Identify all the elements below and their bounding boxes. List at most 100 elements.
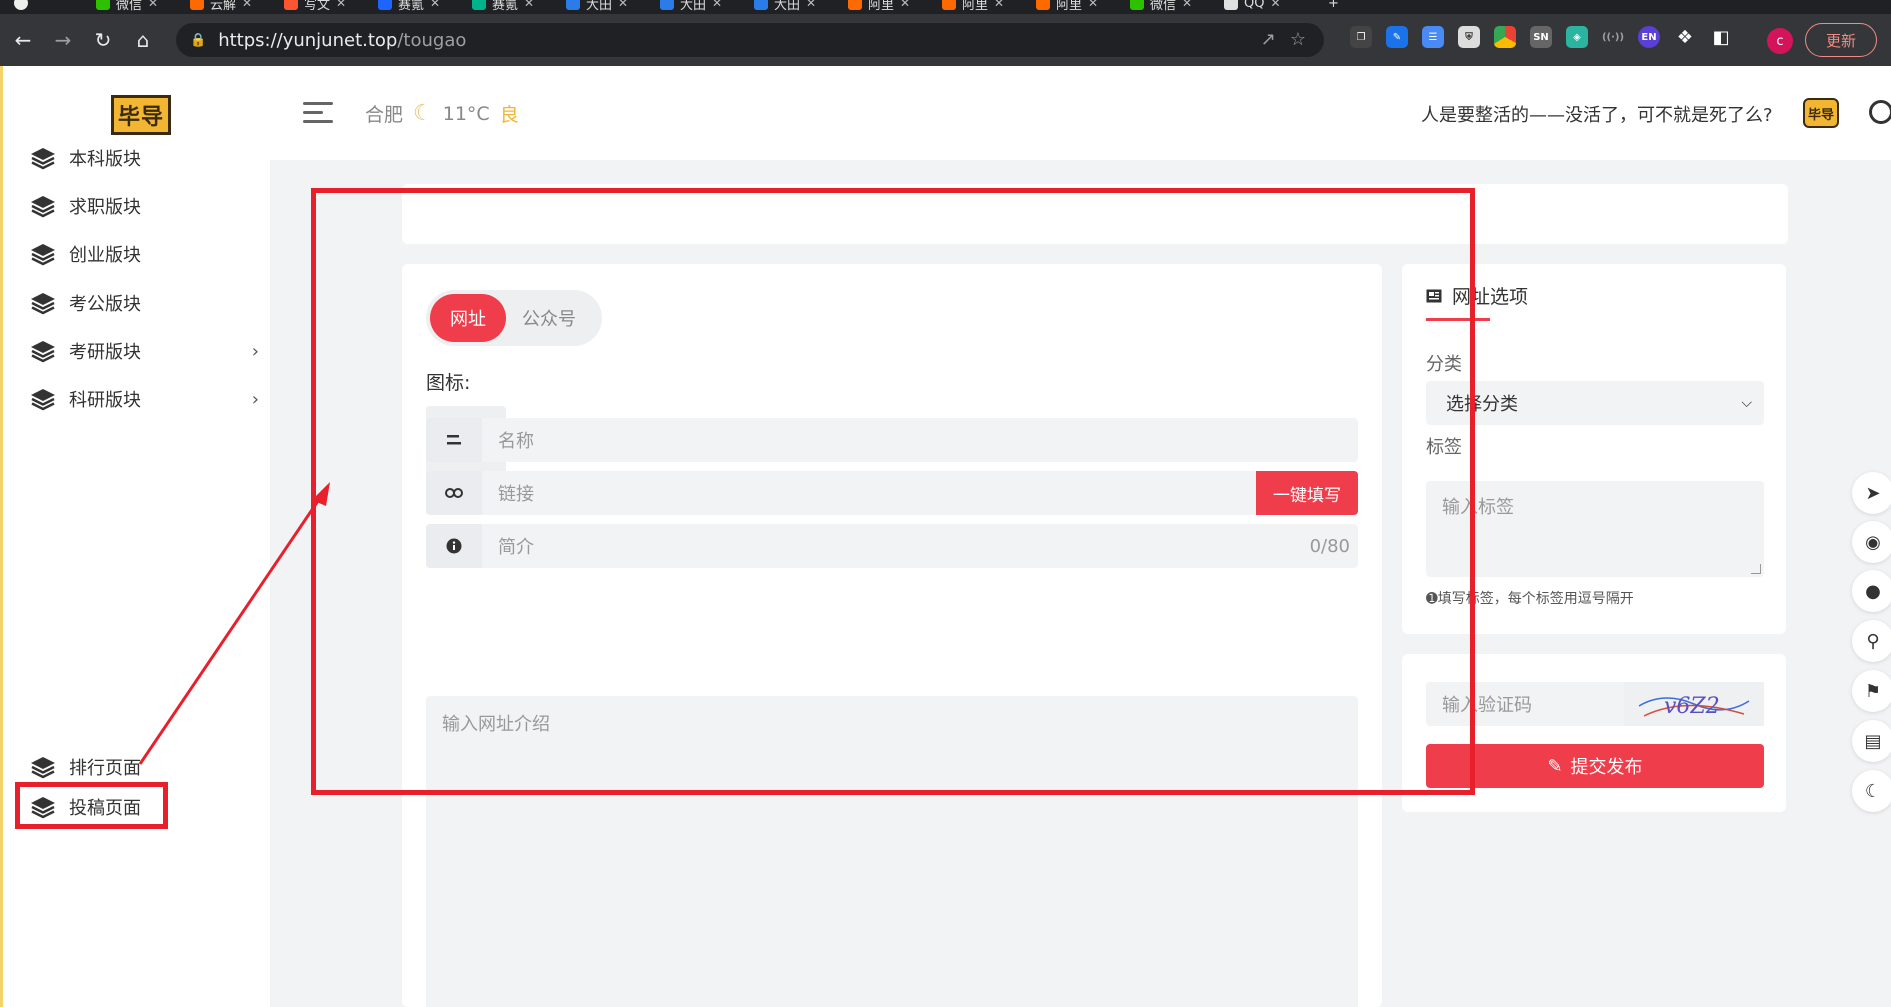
home-button[interactable]: ⌂ [126,23,160,57]
browser-tab[interactable]: 赛氪 ✕ [472,0,534,14]
sidebar-item[interactable]: 考研版块 › [29,336,259,366]
browser-tab[interactable]: 写文 ✕ [284,0,346,14]
layers-icon [31,757,55,779]
sn-extension-icon[interactable]: SN [1530,26,1552,48]
puzzle-extensions-icon[interactable]: ❖ [1674,26,1696,48]
browser-tab[interactable]: 大田 ✕ [754,0,816,14]
tab-favicon [96,0,110,10]
broadcast-extension-icon[interactable]: ((·)) [1602,26,1624,48]
category-select[interactable]: 选择分类 ⌵ [1426,381,1764,425]
theme-icon[interactable]: ☾ [1852,770,1891,812]
browser-toolbar: ← → ↻ ⌂ 🔒 https://yunjunet.top/tougao ↗ … [0,14,1891,66]
wechat-icon[interactable]: ◉ [1852,521,1891,563]
sidebar-item[interactable]: 本科版块 [29,143,259,173]
tab-favicon [1130,0,1144,10]
search-float-icon[interactable]: ⚲ [1852,620,1891,662]
sidepanel-icon[interactable]: ◧ [1710,26,1732,48]
captcha-field[interactable]: 输入验证码 v6Z2 [1426,682,1764,726]
back-button[interactable]: ← [6,23,40,57]
tab-favicon [660,0,674,10]
browser-tab[interactable]: 阿里 ✕ [848,0,910,14]
sidebar-item-ranking[interactable]: 排行页面 [29,752,259,782]
captcha-image[interactable]: v6Z2 [1624,682,1764,726]
browser-tab[interactable]: 大田 ✕ [660,0,722,14]
browser-tab[interactable]: 微信 ✕ [96,0,158,14]
submit-button[interactable]: ✎ 提交发布 [1426,744,1764,788]
edit-extension-icon[interactable]: ✎ [1386,26,1408,48]
extensions-area: ❐ ✎ ☰ ⛨ SN ◈ ((·)) EN ❖ ◧ [1350,26,1732,48]
browser-tab[interactable]: 云解 ✕ [190,0,252,14]
svg-text:v6Z2: v6Z2 [1664,694,1720,719]
back-to-top-icon[interactable]: ➤ [1852,472,1891,514]
tab-favicon [378,0,392,10]
sidebar-item[interactable]: 考公版块 [29,288,259,318]
annotation-sidebar-highlight [15,782,168,829]
layers-icon [31,148,55,170]
sidebar-item[interactable]: 创业版块 [29,239,259,269]
submit-icon: ✎ [1547,755,1563,777]
header-motto: 人是要整活的——没活了，可不就是死了么? [1421,105,1773,126]
close-icon[interactable]: ✕ [242,0,252,10]
close-icon[interactable]: ✕ [618,0,628,10]
close-icon[interactable]: ✕ [1182,0,1192,10]
close-icon[interactable]: ✕ [1088,0,1098,10]
layers-icon [31,196,55,218]
close-icon[interactable]: ✕ [1270,0,1280,10]
sidebar-item[interactable]: 求职版块 [29,191,259,221]
tab-favicon [1036,0,1050,10]
browser-tab[interactable]: 阿里 ✕ [942,0,1004,14]
moon-icon: ☾ [413,101,433,126]
close-icon[interactable]: ✕ [148,0,158,10]
chevron-right-icon: › [251,388,259,410]
user-avatar[interactable]: 毕导 [1803,98,1839,128]
qq-icon[interactable]: ● [1852,570,1891,612]
search-icon[interactable] [1869,100,1891,124]
color-extension-icon[interactable] [1494,26,1516,48]
close-icon[interactable]: ✕ [430,0,440,10]
layers-icon [31,244,55,266]
tab-favicon [566,0,580,10]
close-icon[interactable]: ✕ [900,0,910,10]
close-icon[interactable]: ✕ [994,0,1004,10]
layers-icon [31,389,55,411]
address-bar[interactable]: 🔒 https://yunjunet.top/tougao ↗ ☆ [176,23,1324,57]
air-quality: 良 [499,104,519,126]
doc-extension-icon[interactable]: ☰ [1422,26,1444,48]
reload-button[interactable]: ↻ [86,23,120,57]
browser-tab[interactable]: 微信 ✕ [1130,0,1192,14]
url-text: https://yunjunet.top/tougao [218,29,467,51]
tab-favicon [848,0,862,10]
tab-favicon [190,0,204,10]
browser-tab[interactable]: QQ ✕ [1224,0,1281,14]
browser-tab[interactable]: 大田 ✕ [566,0,628,14]
copy-extension-icon[interactable]: ❐ [1350,26,1372,48]
close-icon[interactable]: ✕ [806,0,816,10]
forward-button[interactable]: → [46,23,80,57]
shield-extension-icon[interactable]: ⛨ [1458,26,1480,48]
sidebar-item[interactable]: 科研版块 › [29,384,259,414]
profile-avatar[interactable]: c [1767,28,1793,54]
tags-icon[interactable]: ⚑ [1852,670,1891,712]
close-icon[interactable]: ✕ [524,0,534,10]
lock-icon: 🔒 [190,32,207,48]
browser-tab[interactable]: 赛氪 ✕ [378,0,440,14]
browser-tab[interactable]: 阿里 ✕ [1036,0,1098,14]
close-icon[interactable]: ✕ [712,0,722,10]
browser-menu-icon[interactable] [14,0,28,14]
weather-widget[interactable]: 合肥 ☾ 11°C 良 [365,100,519,127]
site-logo[interactable]: 毕导 [111,95,171,135]
new-tab-icon[interactable]: + [1328,0,1339,14]
menu-toggle-icon[interactable] [303,102,333,126]
calendar-icon[interactable]: ▤ [1852,720,1891,762]
annotation-form-highlight [311,188,1475,795]
close-icon[interactable]: ✕ [336,0,346,10]
tab-favicon [472,0,486,10]
share-icon[interactable]: ↗ [1261,29,1276,50]
resize-handle[interactable] [1751,564,1761,574]
compass-extension-icon[interactable]: ◈ [1566,26,1588,48]
bookmark-star-icon[interactable]: ☆ [1290,29,1306,50]
update-button[interactable]: 更新 [1805,23,1877,57]
tags-input[interactable]: 输入标签 [1426,481,1764,577]
tab-favicon [942,0,956,10]
translate-extension-icon[interactable]: EN [1638,26,1660,48]
